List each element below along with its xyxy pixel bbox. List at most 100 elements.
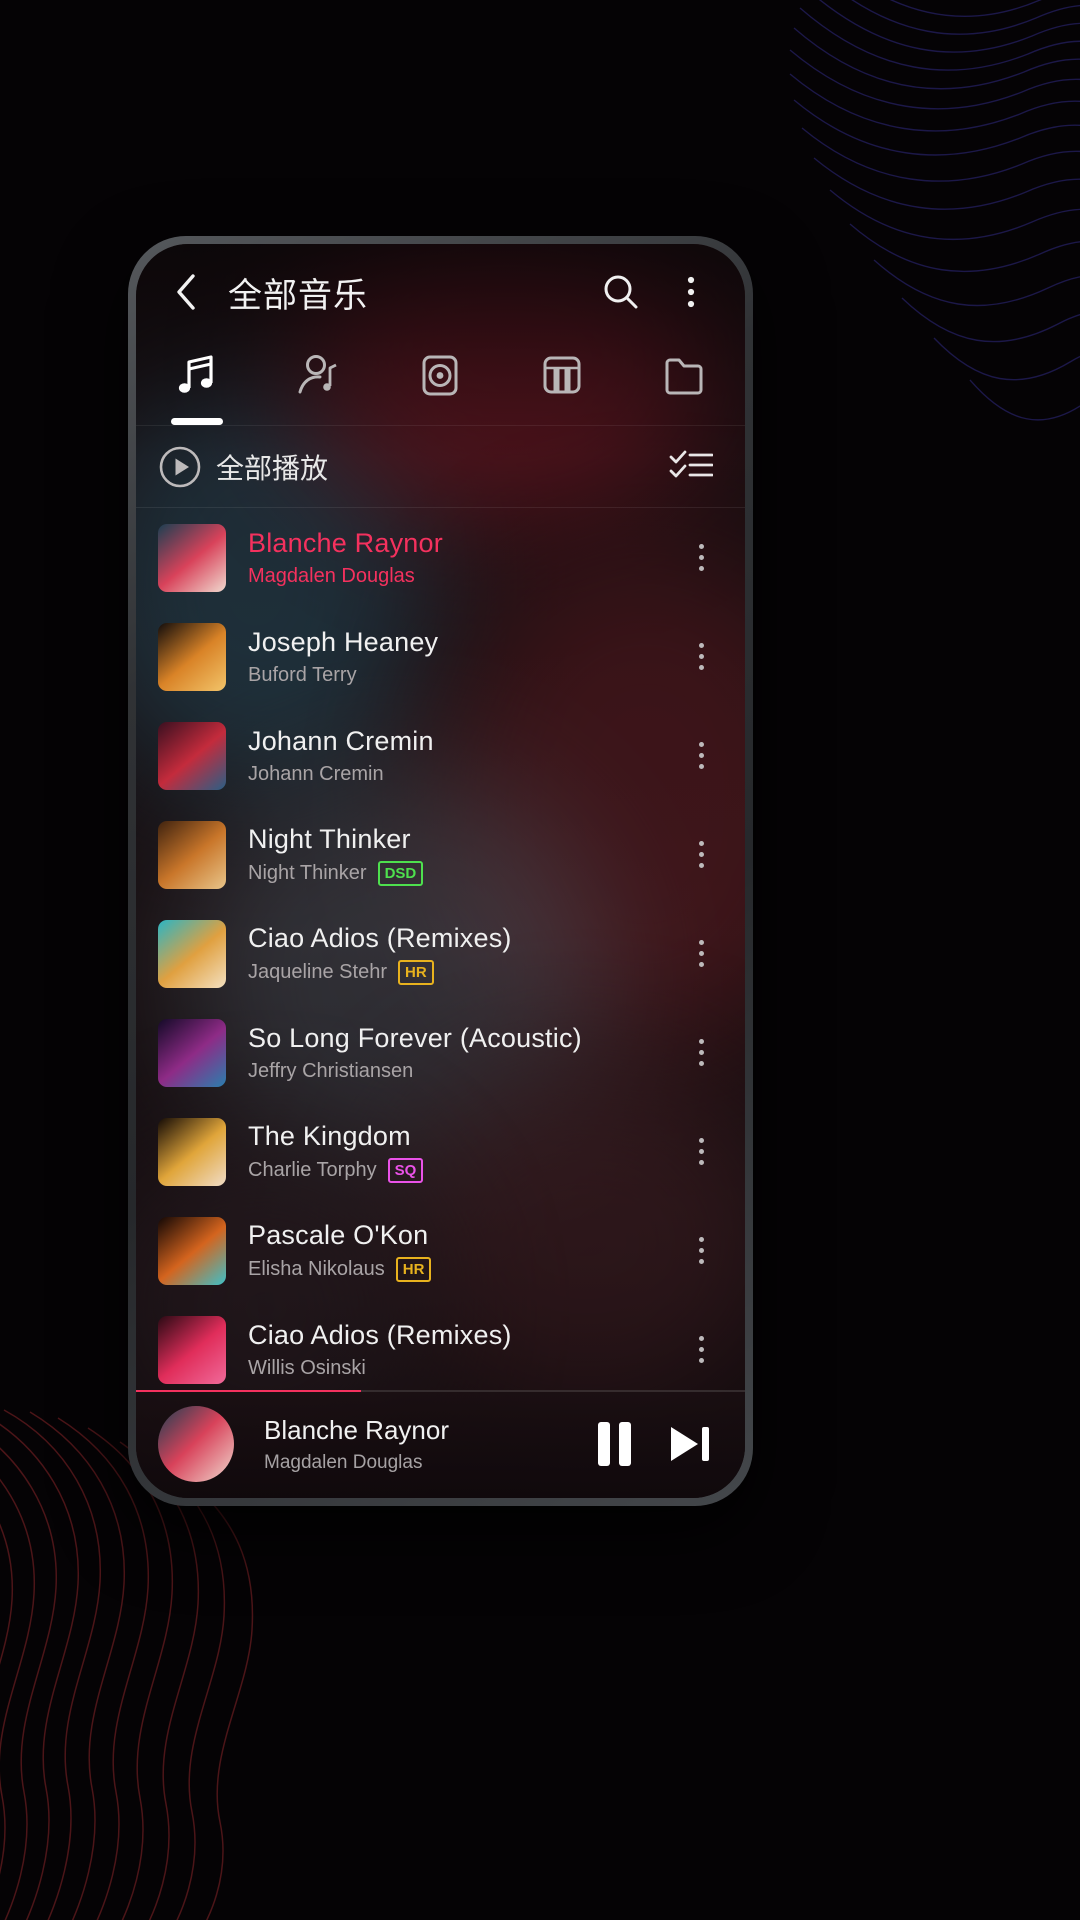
song-overflow-button[interactable]: [675, 919, 727, 989]
mini-player[interactable]: Blanche Raynor Magdalen Douglas: [136, 1390, 745, 1498]
song-overflow-button[interactable]: [675, 721, 727, 791]
phone-screen: 全部音乐 全部播放 Blanche Raynor Magdalen Dougla…: [136, 244, 745, 1498]
song-meta: So Long Forever (Acoustic) Jeffry Christi…: [248, 1023, 675, 1083]
song-artist: Elisha Nikolaus: [248, 1257, 385, 1280]
quality-badge: HR: [395, 1256, 432, 1282]
tab-albums[interactable]: [380, 340, 502, 425]
multiselect-button[interactable]: [663, 439, 719, 495]
song-subline: Magdalen Douglas: [248, 565, 675, 588]
playback-progress-bar[interactable]: [136, 1390, 745, 1392]
more-vertical-icon: [698, 742, 704, 747]
song-title: Ciao Adios (Remixes): [248, 922, 512, 953]
song-subline: Buford Terry: [248, 664, 675, 687]
song-artist: Jaqueline Stehr: [248, 960, 387, 983]
song-title: Joseph Heaney: [248, 626, 439, 657]
piano-keys-icon: [543, 356, 581, 394]
search-icon: [604, 275, 638, 309]
song-title: Johann Cremin: [248, 725, 434, 756]
song-meta: Blanche Raynor Magdalen Douglas: [248, 528, 675, 588]
song-row[interactable]: The Kingdom Charlie Torphy SQ: [136, 1102, 745, 1201]
song-artist: Night Thinker: [248, 861, 367, 884]
search-button[interactable]: [593, 264, 649, 320]
song-artist: Willis Osinski: [248, 1356, 366, 1379]
song-artwork: [158, 1018, 226, 1087]
song-artist: Buford Terry: [248, 663, 357, 686]
quality-badge: DSD: [377, 860, 424, 886]
more-vertical-icon: [698, 1336, 704, 1341]
folder-icon: [665, 358, 703, 395]
song-overflow-button[interactable]: [675, 1117, 727, 1187]
quality-badge: SQ: [387, 1157, 424, 1183]
pause-button[interactable]: [598, 1422, 631, 1466]
song-artwork: [158, 820, 226, 889]
song-artwork: [158, 1315, 226, 1384]
song-subline: Jaqueline Stehr HR: [248, 959, 675, 985]
active-tab-indicator: [170, 418, 223, 425]
mini-player-controls: [598, 1421, 715, 1467]
song-meta: Joseph Heaney Buford Terry: [248, 627, 675, 687]
song-artwork: [158, 1216, 226, 1285]
song-artist: Jeffry Christiansen: [248, 1059, 414, 1082]
more-vertical-icon: [698, 940, 704, 945]
song-subline: Night Thinker DSD: [248, 860, 675, 886]
category-tabs: [136, 340, 745, 426]
more-vertical-icon: [687, 276, 695, 308]
song-row[interactable]: Pascale O'Kon Elisha Nikolaus HR: [136, 1201, 745, 1300]
song-artist: Johann Cremin: [248, 762, 384, 785]
song-overflow-button[interactable]: [675, 523, 727, 593]
tab-folders[interactable]: [623, 340, 745, 425]
now-playing-artwork[interactable]: [158, 1406, 234, 1482]
song-meta: Ciao Adios (Remixes) Willis Osinski: [248, 1320, 675, 1380]
app-bar: 全部音乐: [136, 244, 745, 340]
music-app: 全部音乐 全部播放 Blanche Raynor Magdalen Dougla…: [136, 244, 745, 1498]
song-overflow-button[interactable]: [675, 1018, 727, 1088]
song-subline: Jeffry Christiansen: [248, 1060, 675, 1083]
song-meta: Ciao Adios (Remixes) Jaqueline Stehr HR: [248, 923, 675, 985]
song-row[interactable]: Night Thinker Night Thinker DSD: [136, 805, 745, 904]
song-overflow-button[interactable]: [675, 1216, 727, 1286]
play-all-row[interactable]: 全部播放: [136, 426, 745, 508]
song-overflow-button[interactable]: [675, 622, 727, 692]
page-title: 全部音乐: [228, 275, 368, 316]
tab-songs[interactable]: [136, 340, 258, 425]
tab-artists[interactable]: [258, 340, 380, 425]
song-artwork: [158, 523, 226, 592]
song-title: Blanche Raynor: [248, 527, 443, 558]
song-artist: Magdalen Douglas: [248, 564, 415, 587]
song-row[interactable]: Ciao Adios (Remixes) Willis Osinski: [136, 1300, 745, 1390]
now-playing-artist: Magdalen Douglas: [264, 1451, 423, 1473]
more-vertical-icon: [698, 1138, 704, 1143]
song-row[interactable]: Blanche Raynor Magdalen Douglas: [136, 508, 745, 607]
song-overflow-button[interactable]: [675, 820, 727, 890]
tab-genres[interactable]: [501, 340, 623, 425]
song-artwork: [158, 721, 226, 790]
back-button[interactable]: [158, 264, 214, 320]
now-playing-title: Blanche Raynor: [264, 1414, 449, 1445]
play-circle-icon: [159, 446, 201, 487]
song-meta: Night Thinker Night Thinker DSD: [248, 824, 675, 886]
song-artist: Charlie Torphy: [248, 1158, 377, 1181]
song-artwork: [158, 1117, 226, 1186]
more-vertical-icon: [698, 643, 704, 648]
play-all-label: 全部播放: [216, 451, 329, 485]
more-vertical-icon: [698, 544, 704, 549]
song-subline: Johann Cremin: [248, 763, 675, 786]
song-row[interactable]: Ciao Adios (Remixes) Jaqueline Stehr HR: [136, 904, 745, 1003]
pause-icon: [598, 1422, 610, 1466]
song-overflow-button[interactable]: [675, 1315, 727, 1385]
song-title: Ciao Adios (Remixes): [248, 1319, 512, 1350]
next-track-button[interactable]: [665, 1421, 715, 1467]
song-artwork: [158, 622, 226, 691]
more-vertical-icon: [698, 1237, 704, 1242]
now-playing-meta: Blanche Raynor Magdalen Douglas: [264, 1415, 598, 1474]
song-subline: Charlie Torphy SQ: [248, 1157, 675, 1183]
song-list[interactable]: Blanche Raynor Magdalen Douglas Joseph Hea…: [136, 508, 745, 1390]
song-title: The Kingdom: [248, 1120, 411, 1151]
song-meta: Johann Cremin Johann Cremin: [248, 726, 675, 786]
song-row[interactable]: Joseph Heaney Buford Terry: [136, 607, 745, 706]
song-row[interactable]: Johann Cremin Johann Cremin: [136, 706, 745, 805]
song-row[interactable]: So Long Forever (Acoustic) Jeffry Christi…: [136, 1003, 745, 1102]
overflow-menu-button[interactable]: [663, 264, 719, 320]
more-vertical-icon: [698, 1039, 704, 1044]
phone-device-frame: 全部音乐 全部播放 Blanche Raynor Magdalen Dougla…: [128, 236, 753, 1506]
